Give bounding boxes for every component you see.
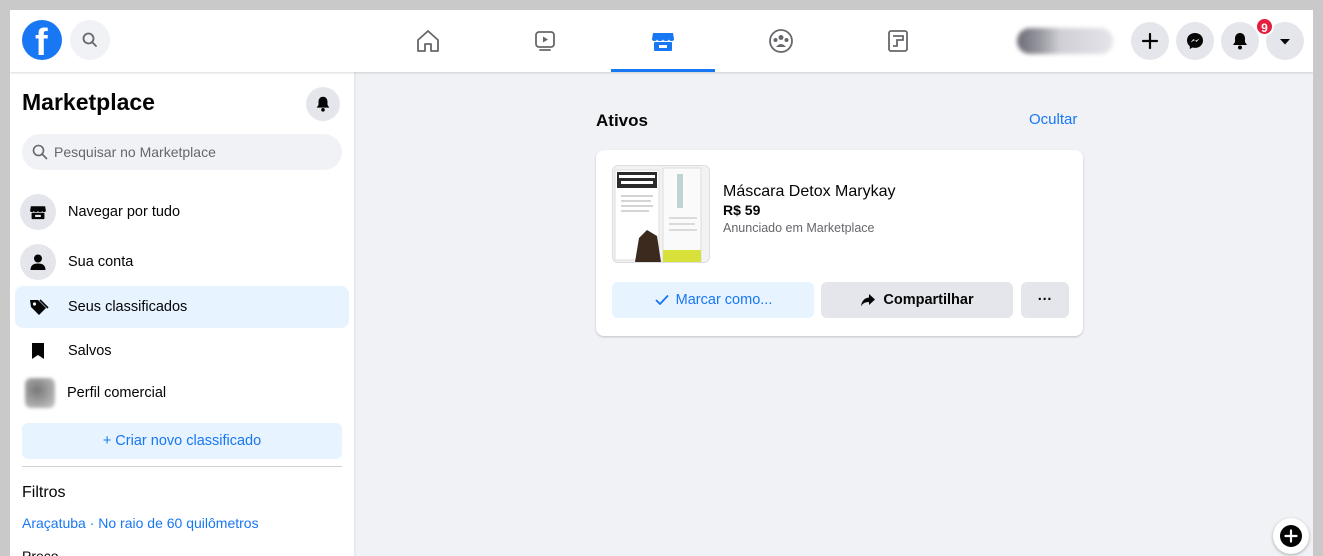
video-icon xyxy=(535,31,555,51)
avatar xyxy=(25,378,55,408)
sidebar-item-label: Sua conta xyxy=(68,254,134,270)
messenger-icon xyxy=(1187,33,1203,49)
nav-marketplace[interactable] xyxy=(611,10,715,72)
search-button[interactable] xyxy=(70,20,110,60)
bell-icon xyxy=(316,96,330,112)
sidebar-title: Marketplace xyxy=(22,89,155,115)
browser-frame: f 9 Marketplace Pesquisar no Marketplace… xyxy=(10,10,1313,556)
create-button[interactable] xyxy=(1131,22,1169,60)
caret-down-icon xyxy=(1280,39,1290,45)
share-label: Compartilhar xyxy=(883,292,974,308)
bookmark-icon xyxy=(20,333,56,369)
profile-shortcut[interactable] xyxy=(1013,24,1123,58)
compose-plus-icon xyxy=(1280,525,1302,547)
storefront-icon xyxy=(20,194,56,230)
listing-thumbnail[interactable] xyxy=(612,165,710,263)
facebook-logo[interactable]: f xyxy=(22,20,62,64)
share-icon xyxy=(861,294,876,307)
listing-subtitle: Anunciado em Marketplace xyxy=(723,221,875,235)
new-message-button[interactable] xyxy=(1273,518,1309,554)
listing-price: R$ 59 xyxy=(723,202,761,218)
sidebar-item-saved[interactable]: Salvos xyxy=(15,330,349,372)
share-button[interactable]: Compartilhar xyxy=(821,282,1013,318)
mark-as-label: Marcar como... xyxy=(675,292,773,308)
plus-icon xyxy=(1141,32,1159,50)
create-listing-button[interactable]: + Criar novo classificado xyxy=(22,423,342,459)
marketplace-search-input[interactable] xyxy=(54,144,324,160)
sidebar-item-label: Perfil comercial xyxy=(67,385,167,401)
marketplace-sidebar: Marketplace Navegar por tudo Sua conta S… xyxy=(10,72,354,556)
blurred-profile xyxy=(1017,28,1113,54)
nav-watch[interactable] xyxy=(493,10,597,72)
location-filter-link[interactable]: Araçatuba · No raio de 60 quilômetros xyxy=(22,515,259,531)
section-title: Ativos xyxy=(596,111,648,130)
listing-title[interactable]: Máscara Detox Marykay xyxy=(723,183,896,201)
groups-icon xyxy=(769,29,793,53)
nav-gaming[interactable] xyxy=(846,10,950,72)
gaming-icon xyxy=(888,30,908,52)
search-icon xyxy=(82,32,97,47)
marketplace-search xyxy=(22,134,342,170)
search-icon xyxy=(32,144,48,160)
top-navigation-bar: f 9 xyxy=(10,10,1313,72)
sidebar-item-business-profile[interactable]: Perfil comercial xyxy=(15,372,349,414)
storefront-icon xyxy=(652,33,674,51)
filters-title: Filtros xyxy=(22,484,66,501)
person-icon xyxy=(20,244,56,280)
more-options-button[interactable]: ··· xyxy=(1021,282,1069,318)
sidebar-item-your-account[interactable]: Sua conta xyxy=(15,241,349,283)
sidebar-item-label: Navegar por tudo xyxy=(68,204,181,220)
facebook-logo-letter: f xyxy=(35,22,48,64)
marketplace-notifications-button[interactable] xyxy=(306,87,340,121)
price-filter-title: Preço xyxy=(22,548,59,556)
divider xyxy=(22,466,342,467)
checkmark-icon xyxy=(655,295,669,305)
tag-icon xyxy=(20,289,56,325)
mark-as-button[interactable]: Marcar como... xyxy=(612,282,814,318)
sidebar-item-your-listings[interactable]: Seus classificados xyxy=(15,286,349,328)
sidebar-item-label: Salvos xyxy=(68,343,112,359)
nav-groups[interactable] xyxy=(729,10,833,72)
hide-link[interactable]: Ocultar xyxy=(1029,111,1077,128)
listing-card: Máscara Detox Marykay R$ 59 Anunciado em… xyxy=(596,150,1083,336)
notification-badge: 9 xyxy=(1255,17,1274,36)
sidebar-item-label: Seus classificados xyxy=(68,299,188,315)
home-icon xyxy=(417,30,439,52)
sidebar-item-browse-all[interactable]: Navegar por tudo xyxy=(15,191,349,233)
bell-icon xyxy=(1233,33,1247,50)
messenger-button[interactable] xyxy=(1176,22,1214,60)
notifications-button[interactable] xyxy=(1221,22,1259,60)
nav-home[interactable] xyxy=(376,10,480,72)
